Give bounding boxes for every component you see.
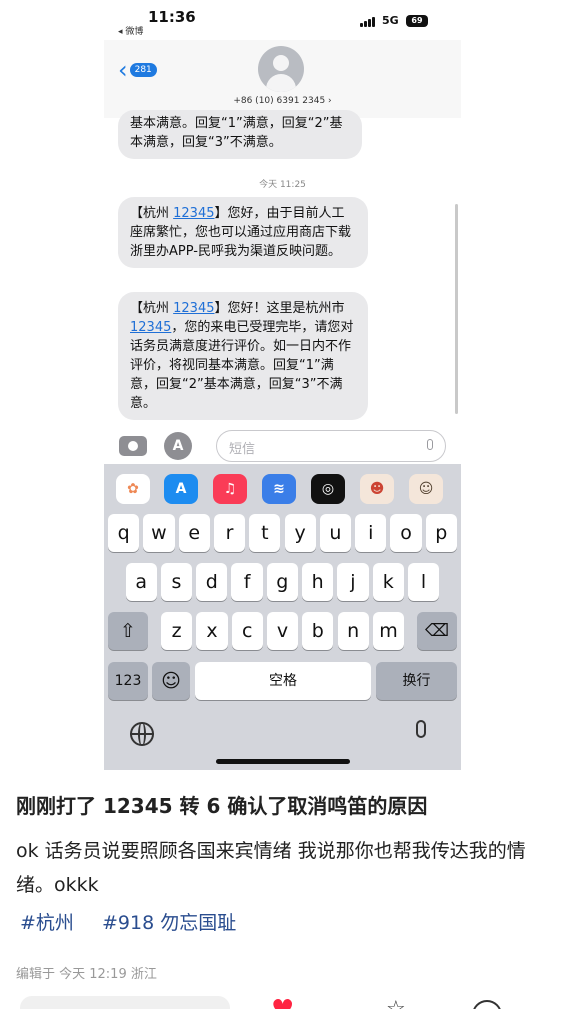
key-y[interactable]: y (284, 514, 316, 552)
scrollbar[interactable] (455, 204, 458, 414)
phone-link[interactable]: 12345 (173, 206, 214, 221)
hashtag[interactable]: #918 勿忘国耻 (102, 912, 236, 934)
hashtag[interactable]: #杭州 (20, 912, 74, 934)
key-a[interactable]: a (125, 563, 157, 601)
phone-link[interactable]: 12345 (130, 320, 171, 335)
comment-input[interactable] (20, 996, 230, 1009)
key-c[interactable]: c (231, 612, 263, 650)
key-w[interactable]: w (143, 514, 175, 552)
key-d[interactable]: d (196, 563, 228, 601)
emoji-key[interactable]: ☺ (152, 662, 190, 700)
numbers-key[interactable]: 123 (108, 662, 148, 700)
message-bubble: 【杭州 12345】您好！这里是杭州市12345，您的来电已受理完毕，请您对话务… (118, 292, 368, 420)
key-j[interactable]: j (337, 563, 369, 601)
network-label: 5G (382, 14, 399, 27)
status-bar: 11:36 ◂ 微博 5G 69 (104, 0, 461, 40)
chevron-left-icon: ‹ (118, 56, 128, 84)
shift-key[interactable]: ⇧ (108, 612, 148, 650)
memoji-icon[interactable]: ☻ (360, 474, 394, 504)
app-store-icon[interactable]: A (164, 432, 192, 460)
battery-icon: 69 (406, 15, 428, 27)
heart-icon[interactable]: ♥ (271, 997, 297, 1009)
delete-key[interactable]: ⌫ (417, 612, 457, 650)
key-f[interactable]: f (231, 563, 263, 601)
key-p[interactable]: p (425, 514, 457, 552)
key-h[interactable]: h (302, 563, 334, 601)
back-to-app-link[interactable]: ◂ 微博 (118, 24, 143, 37)
key-s[interactable]: s (160, 563, 193, 601)
message-timestamp: 今天 11:25 (259, 180, 306, 190)
key-n[interactable]: n (337, 612, 369, 650)
imessage-app-drawer: ✿ A ♫ ≋ ◎ ☻ ☺ (104, 472, 461, 506)
star-icon[interactable]: ☆ (386, 999, 406, 1009)
contact-avatar[interactable] (258, 46, 304, 92)
phone-screenshot: 11:36 ◂ 微博 5G 69 ‹ 281 +86 (10) 6391 234… (104, 0, 461, 770)
key-v[interactable]: v (266, 612, 299, 650)
space-key[interactable]: 空格 (195, 662, 371, 700)
post-tags: #杭州 #918 勿忘国耻 (20, 908, 258, 935)
key-x[interactable]: x (196, 612, 228, 650)
key-l[interactable]: l (407, 563, 440, 601)
status-time: 11:36 (148, 8, 196, 26)
keyboard: ✿ A ♫ ≋ ◎ ☻ ☺ qwertyuiop asdfghjkl zxcvb… (104, 464, 461, 770)
message-input[interactable]: 短信 (216, 430, 446, 462)
key-g[interactable]: g (266, 563, 298, 601)
key-r[interactable]: r (213, 514, 246, 552)
key-i[interactable]: i (355, 514, 387, 552)
message-bubble: 【杭州 12345】您好，由于目前人工座席繁忙，您也可以通过应用商店下载浙里办A… (118, 197, 368, 268)
message-placeholder: 短信 (229, 442, 256, 457)
key-k[interactable]: k (372, 563, 404, 601)
post-body: ok 话务员说要照顾各国来宾情绪 我说那你也帮我传达我的情绪。okkk (16, 840, 526, 896)
contact-phone-number[interactable]: +86 (10) 6391 2345 › (104, 96, 461, 106)
post-title: 刚刚打了 12345 转 6 确认了取消鸣笛的原因 (16, 794, 428, 818)
phone-link[interactable]: 12345 (173, 301, 214, 316)
key-m[interactable]: m (372, 612, 405, 650)
message-composer: A 短信 (104, 428, 461, 464)
globe-icon[interactable] (130, 722, 154, 746)
dictation-mic-icon[interactable] (427, 439, 433, 450)
app-store-app-icon[interactable]: A (164, 474, 198, 504)
music-icon[interactable]: ♫ (213, 474, 247, 504)
photos-icon[interactable]: ✿ (116, 474, 150, 504)
key-o[interactable]: o (390, 514, 422, 552)
key-u[interactable]: u (319, 514, 352, 552)
key-e[interactable]: e (178, 514, 210, 552)
key-q[interactable]: q (108, 514, 140, 552)
return-key[interactable]: 换行 (376, 662, 457, 700)
comment-icon[interactable] (472, 1000, 502, 1009)
microphone-icon[interactable] (416, 720, 426, 738)
back-button[interactable]: ‹ 281 (118, 56, 157, 84)
unread-count-badge: 281 (129, 63, 157, 77)
key-b[interactable]: b (302, 612, 334, 650)
activity-icon[interactable]: ◎ (311, 474, 345, 504)
key-z[interactable]: z (161, 612, 193, 650)
camera-icon[interactable] (119, 436, 147, 456)
memoji-stickers-icon[interactable]: ☺ (409, 474, 443, 504)
person-icon (273, 55, 289, 71)
conversation-header: ‹ 281 +86 (10) 6391 2345 › (104, 40, 461, 118)
message-bubble-partial: 基本满意。回复“1”满意，回复“2”基本满意，回复“3”不满意。 (118, 110, 362, 159)
key-t[interactable]: t (249, 514, 281, 552)
audio-message-icon[interactable]: ≋ (262, 474, 296, 504)
post-meta: 编辑于 今天 12:19 浙江 (16, 967, 157, 982)
signal-icon (360, 17, 378, 27)
home-indicator (216, 759, 350, 764)
